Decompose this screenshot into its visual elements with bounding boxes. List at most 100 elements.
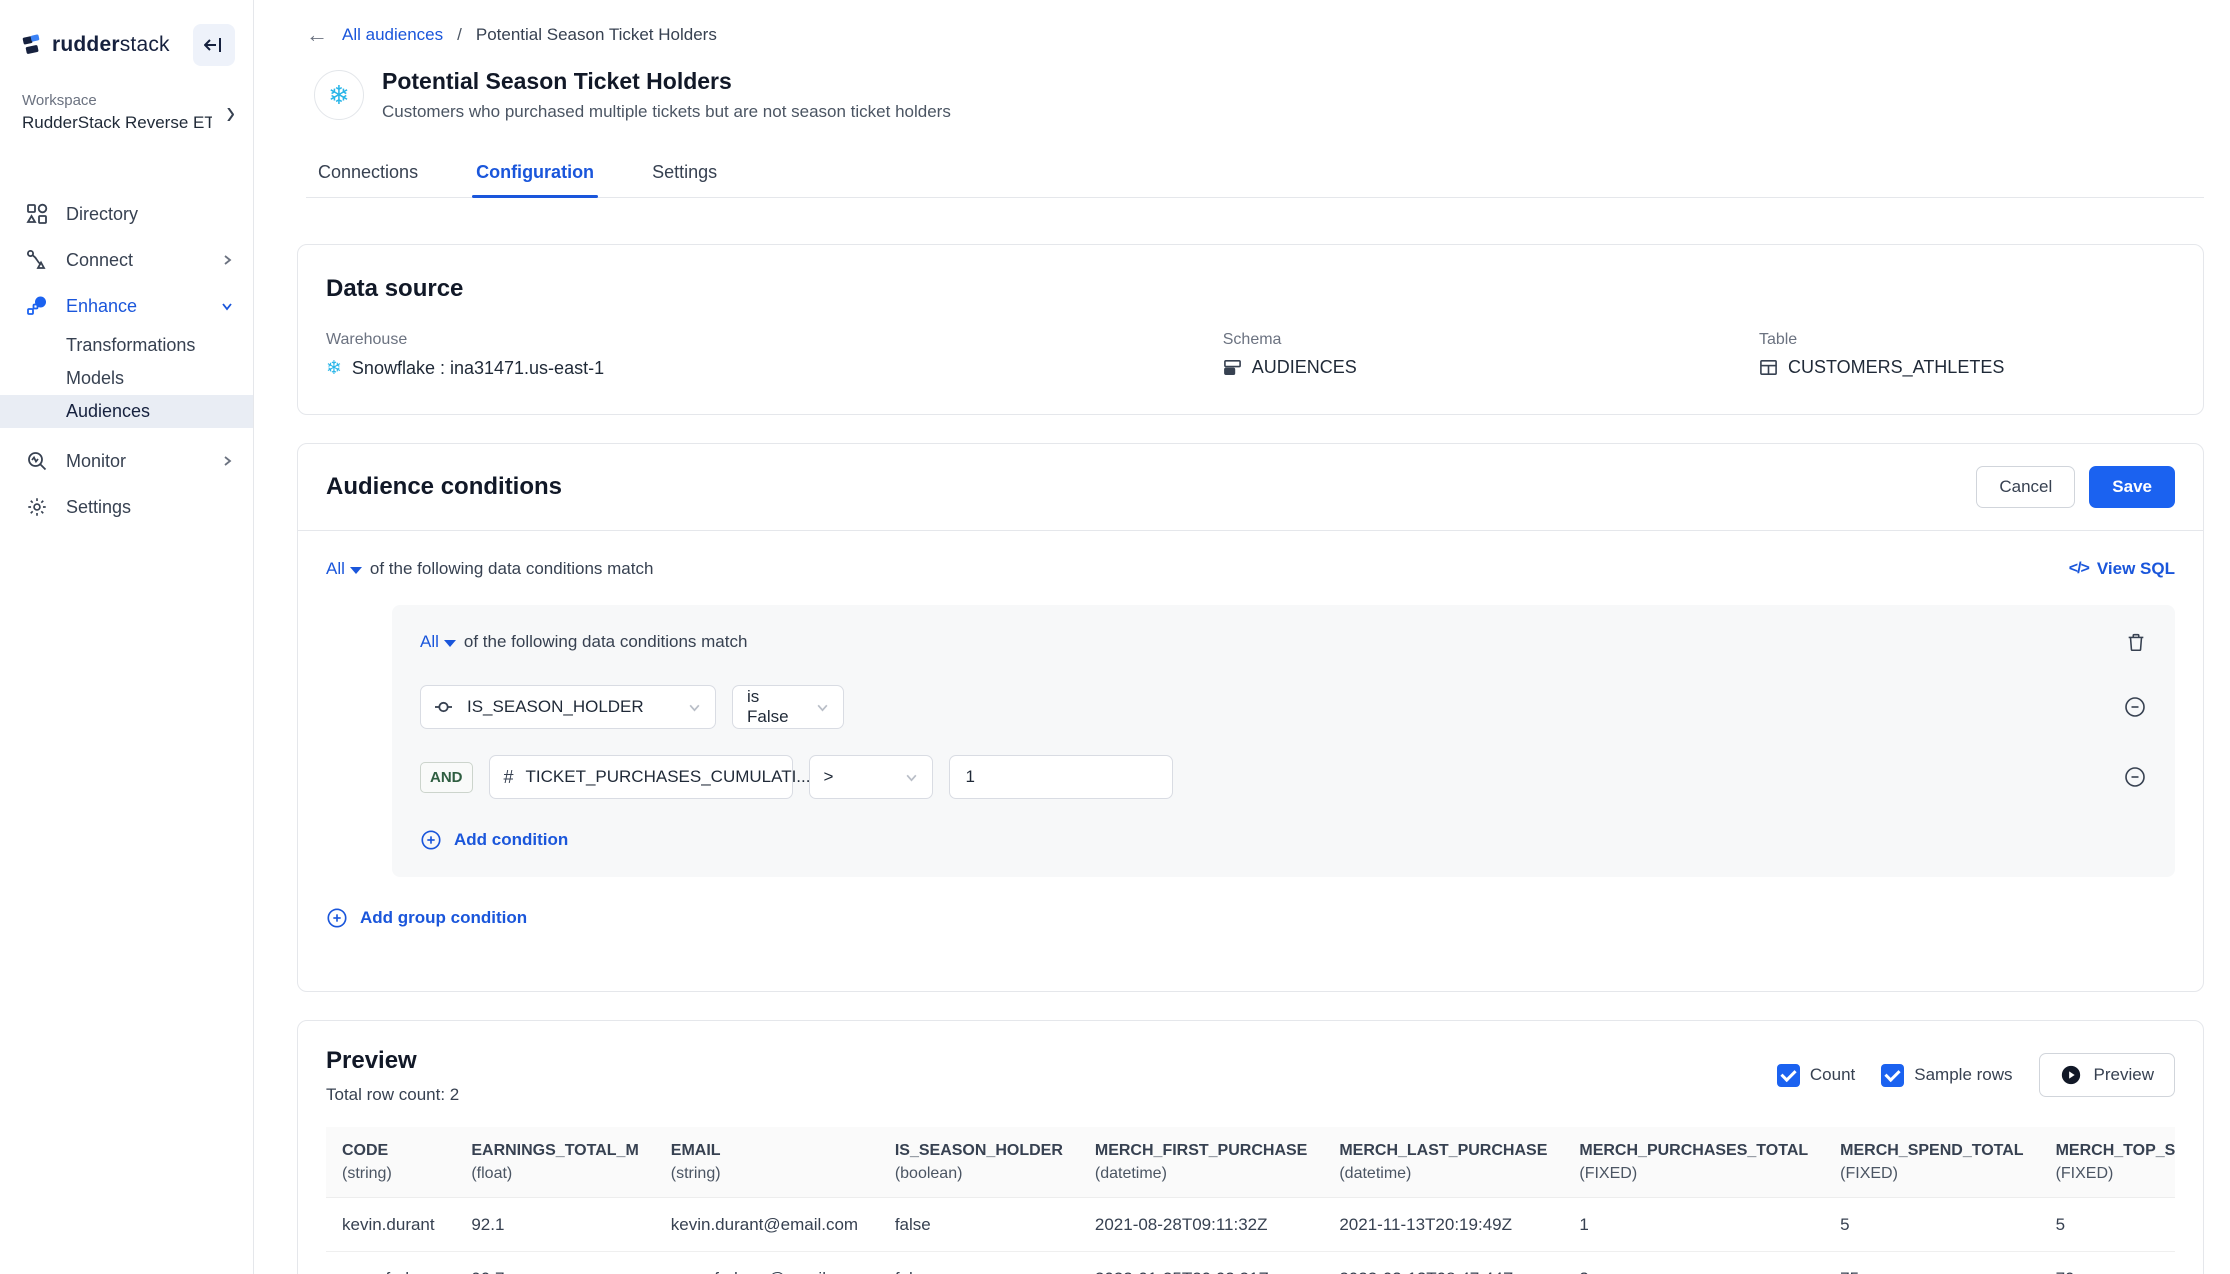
minus-circle-icon xyxy=(2123,765,2147,789)
delete-group-button[interactable] xyxy=(2125,631,2147,653)
preview-table-container: CODE(string)EARNINGS_TOTAL_M(float)EMAIL… xyxy=(326,1127,2175,1274)
sidebar-item-label: Connect xyxy=(66,250,205,271)
tab-configuration[interactable]: Configuration xyxy=(472,152,598,197)
group-match-type-dropdown[interactable]: All xyxy=(420,632,456,652)
condition-value-input[interactable] xyxy=(949,755,1173,799)
tab-bar: Connections Configuration Settings xyxy=(306,152,2204,198)
view-sql-button[interactable]: </> View SQL xyxy=(2069,559,2175,579)
gear-icon xyxy=(24,496,50,518)
operator-select[interactable]: > xyxy=(809,755,933,799)
column-header: MERCH_LAST_PURCHASE(datetime) xyxy=(1323,1127,1563,1198)
chevron-down-icon xyxy=(221,300,233,312)
table-cell: 2022-01-25T20:02:21Z xyxy=(1079,1252,1323,1274)
schema-value: AUDIENCES xyxy=(1252,357,1357,378)
sidebar-item-monitor[interactable]: Monitor xyxy=(0,438,253,484)
group-match-text: of the following data conditions match xyxy=(464,632,748,652)
table-row: kevin.durant92.1kevin.durant@email.comfa… xyxy=(326,1198,2175,1252)
add-group-condition-button[interactable]: Add group condition xyxy=(326,907,527,961)
operator-select-value: > xyxy=(824,767,834,787)
sidebar-item-directory[interactable]: Directory xyxy=(0,191,253,237)
column-header: MERCH_FIRST_PURCHASE(datetime) xyxy=(1079,1127,1323,1198)
table-cell: 3 xyxy=(1563,1252,1824,1274)
sidebar: rudderstack Workspace RudderStack Revers… xyxy=(0,0,254,1274)
column-header: IS_SEASON_HOLDER(boolean) xyxy=(879,1127,1079,1198)
column-header: EMAIL(string) xyxy=(655,1127,879,1198)
add-condition-button[interactable]: Add condition xyxy=(420,829,568,851)
count-checkbox[interactable]: Count xyxy=(1777,1064,1855,1087)
table-cell: 70 xyxy=(2040,1252,2175,1274)
workspace-switcher[interactable]: Workspace RudderStack Reverse ETL Den › xyxy=(0,76,253,143)
schema-label: Schema xyxy=(1223,331,1759,349)
tab-connections[interactable]: Connections xyxy=(314,152,422,197)
directory-icon xyxy=(24,203,50,225)
column-header: EARNINGS_TOTAL_M(float) xyxy=(455,1127,654,1198)
condition-row: AND # TICKET_PURCHASES_CUMULATI... > xyxy=(420,755,2147,799)
checkbox-checked-icon xyxy=(1777,1064,1800,1087)
chevron-right-icon xyxy=(221,254,233,266)
cancel-button[interactable]: Cancel xyxy=(1976,466,2075,508)
boolean-field-icon xyxy=(435,700,455,714)
field-select-value: IS_SEASON_HOLDER xyxy=(467,697,644,717)
code-icon: </> xyxy=(2069,560,2089,578)
back-arrow-icon[interactable]: ← xyxy=(306,24,328,46)
remove-condition-button[interactable] xyxy=(2123,765,2147,789)
sidebar-item-label: Models xyxy=(66,368,124,389)
data-source-title: Data source xyxy=(326,275,2175,303)
field-select-value: TICKET_PURCHASES_CUMULATI... xyxy=(526,767,811,787)
plus-circle-icon xyxy=(326,907,348,929)
table-cell: kevin.durant@email.com xyxy=(655,1198,879,1252)
breadcrumb-separator: / xyxy=(457,25,462,45)
trash-icon xyxy=(2125,631,2147,653)
rudderstack-logo-icon xyxy=(22,34,44,56)
sidebar-item-label: Transformations xyxy=(66,335,195,356)
workspace-name: RudderStack Reverse ETL Den xyxy=(22,113,212,133)
table-row: roger.federer90.7roger.federer@email.com… xyxy=(326,1252,2175,1274)
sidebar-item-models[interactable]: Models xyxy=(0,362,253,395)
audience-conditions-title: Audience conditions xyxy=(326,473,562,501)
sidebar-item-transformations[interactable]: Transformations xyxy=(0,329,253,362)
preview-button[interactable]: Preview xyxy=(2039,1053,2175,1097)
table-cell: 92.1 xyxy=(455,1198,654,1252)
schema-field: Schema AUDIENCES xyxy=(1223,331,1759,380)
sidebar-collapse-button[interactable] xyxy=(193,24,235,66)
table-cell: 2022-03-13T08:47:44Z xyxy=(1323,1252,1563,1274)
sidebar-item-connect[interactable]: Connect xyxy=(0,237,253,283)
table-label: Table xyxy=(1759,331,2175,349)
outer-match-type-dropdown[interactable]: All xyxy=(326,559,362,579)
data-source-card: Data source Warehouse ❄ Snowflake : ina3… xyxy=(297,244,2204,415)
sidebar-item-enhance[interactable]: Enhance xyxy=(0,283,253,329)
column-header: MERCH_TOP_SPEND(FIXED) xyxy=(2040,1127,2175,1198)
breadcrumb-current: Potential Season Ticket Holders xyxy=(476,25,717,45)
checkbox-checked-icon xyxy=(1881,1064,1904,1087)
operator-select[interactable]: is False xyxy=(732,685,844,729)
warehouse-value: Snowflake : ina31471.us-east-1 xyxy=(352,358,604,379)
minus-circle-icon xyxy=(2123,695,2147,719)
table-cell: 2021-11-13T20:19:49Z xyxy=(1323,1198,1563,1252)
main-content: ← All audiences / Potential Season Ticke… xyxy=(254,0,2230,1274)
sample-rows-checkbox[interactable]: Sample rows xyxy=(1881,1064,2012,1087)
breadcrumb-link-all-audiences[interactable]: All audiences xyxy=(342,25,443,45)
save-button[interactable]: Save xyxy=(2089,466,2175,508)
sidebar-item-settings[interactable]: Settings xyxy=(0,484,253,530)
tab-settings[interactable]: Settings xyxy=(648,152,721,197)
outer-match-text: of the following data conditions match xyxy=(370,559,654,579)
sidebar-item-label: Settings xyxy=(66,497,233,518)
column-header: MERCH_PURCHASES_TOTAL(FIXED) xyxy=(1563,1127,1824,1198)
chevron-right-icon: › xyxy=(226,92,235,132)
audience-conditions-card: Audience conditions Cancel Save All of t… xyxy=(297,443,2204,992)
chevron-right-icon xyxy=(221,455,233,467)
logo-text: rudderstack xyxy=(52,33,170,57)
field-select[interactable]: # TICKET_PURCHASES_CUMULATI... xyxy=(489,755,793,799)
preview-card: Preview Total row count: 2 Count Sample … xyxy=(297,1020,2204,1274)
play-circle-icon xyxy=(2060,1064,2082,1086)
table-cell: 5 xyxy=(1824,1198,2039,1252)
table-cell: 1 xyxy=(1563,1198,1824,1252)
sidebar-item-label: Enhance xyxy=(66,296,205,317)
remove-condition-button[interactable] xyxy=(2123,695,2147,719)
snowflake-icon: ❄ xyxy=(326,357,342,380)
field-select[interactable]: IS_SEASON_HOLDER xyxy=(420,685,716,729)
sidebar-item-label: Directory xyxy=(66,204,233,225)
sidebar-item-audiences[interactable]: Audiences xyxy=(0,395,253,428)
number-field-icon: # xyxy=(504,767,514,788)
table-field: Table CUSTOMERS_ATHLETES xyxy=(1759,331,2175,380)
